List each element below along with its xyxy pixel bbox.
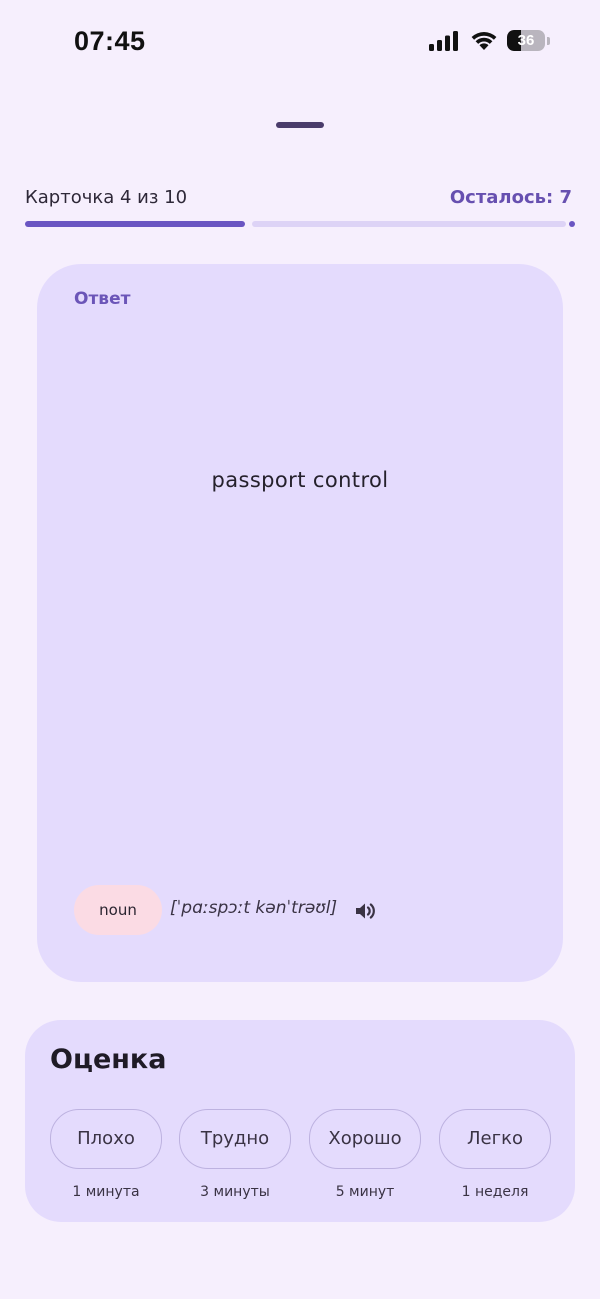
status-time: 07:45 — [74, 26, 146, 56]
status-bar: 07:45 36 — [0, 0, 600, 90]
rating-title: Оценка — [50, 1044, 167, 1075]
rating-bad-interval: 1 минута — [72, 1184, 140, 1200]
progress-bar-end-dot — [569, 221, 575, 227]
status-icons: 36 — [429, 30, 550, 51]
rating-easy-button[interactable]: Легко — [439, 1109, 551, 1169]
volume-up-icon[interactable] — [353, 899, 377, 923]
flash-card[interactable]: Ответ passport control noun [ˈpɑːspɔːt k… — [37, 264, 563, 982]
rating-option-good: Хорошо 5 минут — [309, 1109, 421, 1200]
rating-hard-interval: 3 минуты — [200, 1184, 270, 1200]
remaining-count: Осталось: 7 — [449, 187, 572, 208]
card-word: passport control — [211, 468, 389, 492]
transcription: [ˈpɑːspɔːt kənˈtrəʊl] — [170, 898, 338, 918]
progress-bar-fill — [25, 221, 245, 227]
rating-good-interval: 5 минут — [335, 1184, 395, 1200]
progress-bar-track — [252, 221, 566, 227]
drag-handle[interactable] — [276, 122, 324, 128]
app-screen: 07:45 36 Карточка 4 из 10 Осталось: 7 От… — [0, 0, 600, 1299]
battery-nub — [547, 36, 550, 45]
progress-bar — [25, 221, 575, 227]
cellular-signal-icon — [429, 30, 458, 51]
rating-option-easy: Легко 1 неделя — [439, 1109, 551, 1200]
rating-option-bad: Плохо 1 минута — [50, 1109, 162, 1200]
card-progress-label: Карточка 4 из 10 — [25, 187, 188, 208]
rating-hard-button[interactable]: Трудно — [179, 1109, 291, 1169]
battery-level: 36 — [517, 32, 535, 49]
rating-good-button[interactable]: Хорошо — [309, 1109, 421, 1169]
rating-easy-interval: 1 неделя — [461, 1184, 529, 1200]
rating-option-hard: Трудно 3 минуты — [179, 1109, 291, 1200]
rating-bad-button[interactable]: Плохо — [50, 1109, 162, 1169]
battery-icon: 36 — [507, 30, 545, 51]
part-of-speech-chip: noun — [74, 885, 162, 935]
card-side-label: Ответ — [74, 289, 131, 309]
rating-panel: Оценка Плохо 1 минута Трудно 3 минуты Хо… — [25, 1020, 575, 1222]
wifi-icon — [471, 32, 497, 50]
